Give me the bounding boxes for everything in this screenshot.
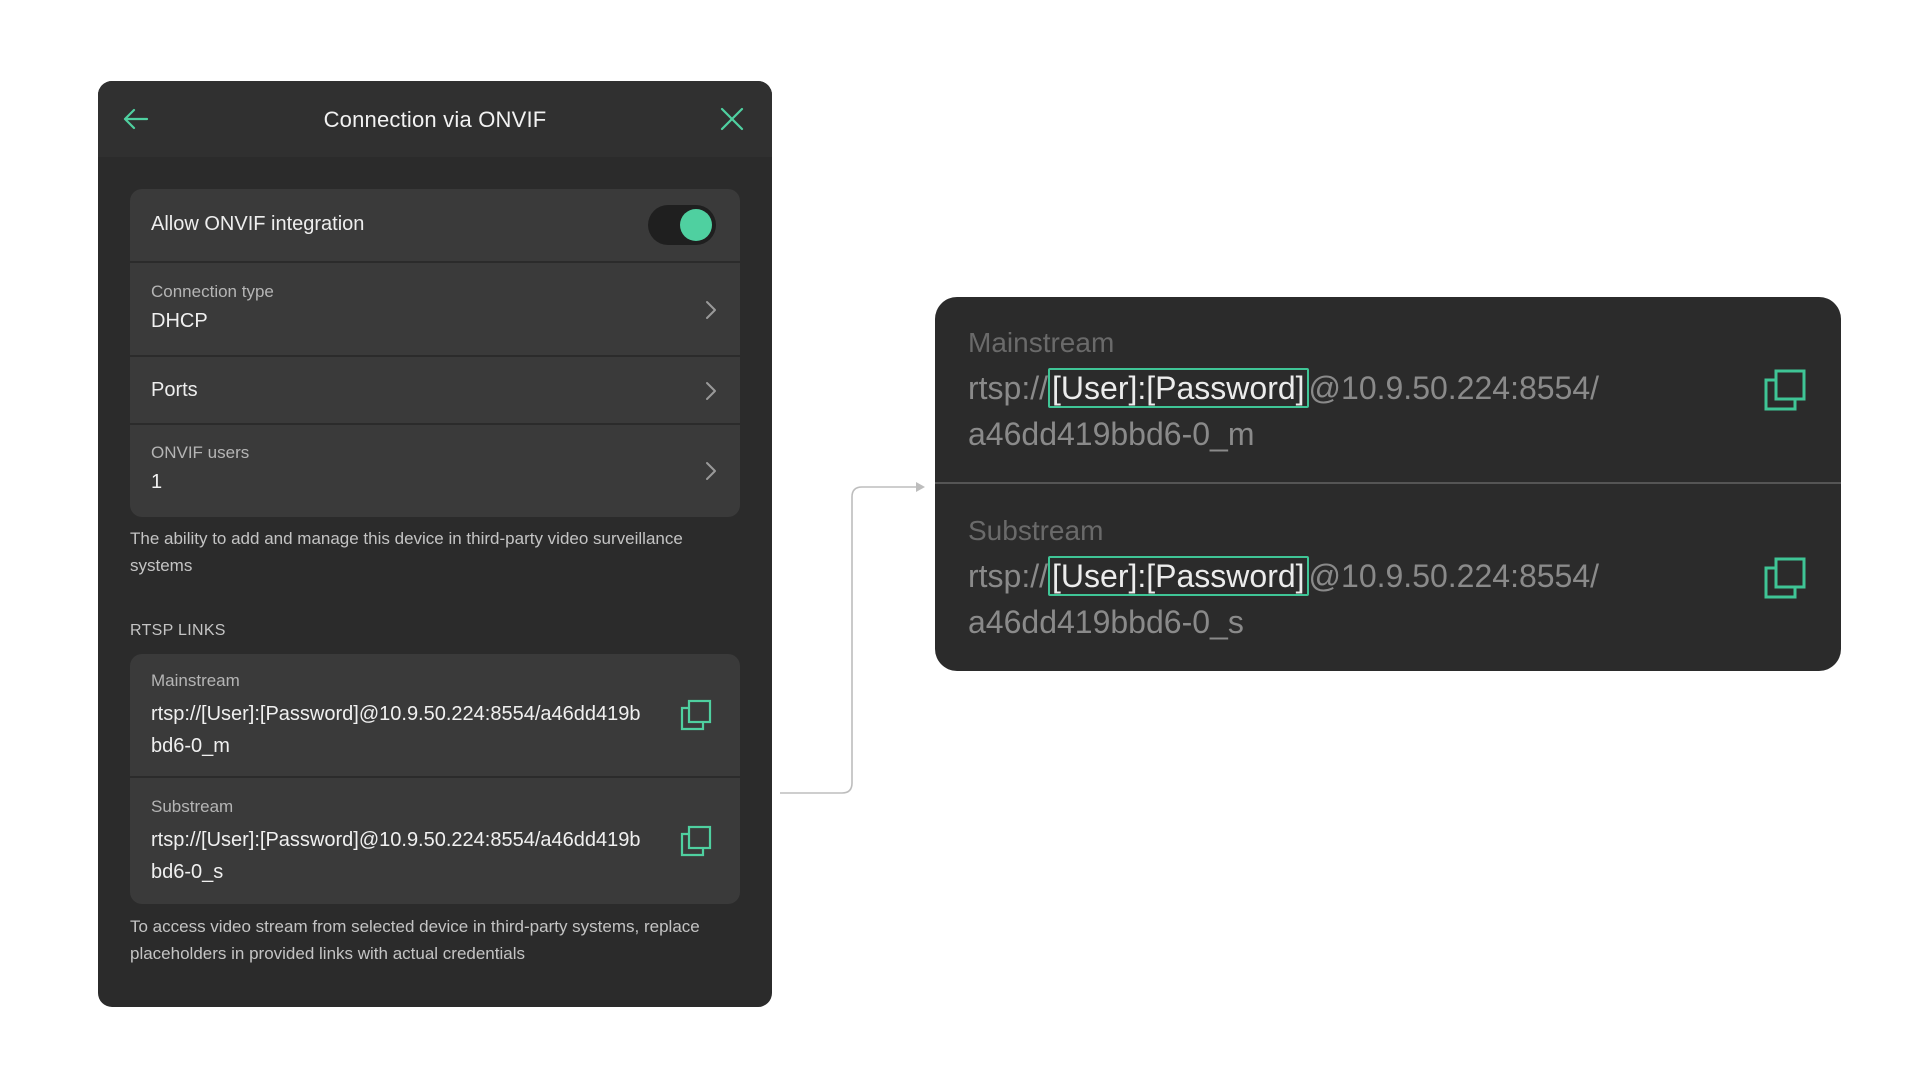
copy-icon bbox=[680, 825, 712, 857]
url-path: a46dd419bbd6-0_m bbox=[968, 416, 1255, 452]
toggle-knob bbox=[680, 209, 712, 241]
callout-connector bbox=[780, 482, 925, 794]
rtsp-link-mainstream: Mainstream rtsp://[User]:[Password]@10.9… bbox=[130, 654, 740, 778]
connection-type-value: DHCP bbox=[151, 310, 208, 332]
credentials-placeholder: [User]:[Password] bbox=[1048, 368, 1309, 408]
onvif-users-label: ONVIF users bbox=[151, 443, 250, 462]
chevron-right-icon bbox=[706, 382, 716, 400]
zoom-copy-substream-button[interactable] bbox=[1762, 555, 1808, 601]
credentials-placeholder: [User]:[Password] bbox=[1048, 556, 1309, 596]
onvif-users-row[interactable]: ONVIF users 1 bbox=[130, 425, 740, 517]
url-host: @10.9.50.224:8554/ bbox=[1308, 370, 1600, 406]
onvif-dialog: Connection via ONVIF Allow ONVIF integra… bbox=[98, 81, 772, 1007]
connection-type-label: Connection type bbox=[151, 282, 274, 301]
zoom-label: Substream bbox=[968, 515, 1104, 546]
integration-hint: The ability to add and manage this devic… bbox=[130, 529, 683, 575]
connection-type-row[interactable]: Connection type DHCP bbox=[130, 263, 740, 357]
allow-onvif-row: Allow ONVIF integration bbox=[130, 189, 740, 263]
copy-substream-button[interactable] bbox=[679, 824, 713, 858]
zoom-label: Mainstream bbox=[968, 327, 1115, 358]
zoom-copy-mainstream-button[interactable] bbox=[1762, 367, 1808, 413]
zoom-url: rtsp://[User]:[Password] @10.9.50.224:855… bbox=[968, 365, 1748, 457]
rtsp-link-substream: Substream rtsp://[User]:[Password]@10.9.… bbox=[130, 780, 740, 904]
zoom-divider bbox=[935, 482, 1841, 484]
close-button[interactable] bbox=[712, 99, 752, 139]
dialog-header: Connection via ONVIF bbox=[98, 81, 772, 157]
settings-card: Allow ONVIF integration Connection type … bbox=[130, 189, 740, 517]
rtsp-link-url: rtsp://[User]:[Password]@10.9.50.224:855… bbox=[151, 703, 641, 757]
allow-onvif-toggle[interactable] bbox=[648, 205, 716, 245]
onvif-users-value: 1 bbox=[151, 471, 163, 493]
rtsp-section-label: RTSP LINKS bbox=[130, 622, 226, 639]
rtsp-link-label: Mainstream bbox=[151, 671, 240, 690]
close-icon bbox=[720, 107, 744, 131]
url-prefix: rtsp:// bbox=[968, 558, 1049, 594]
url-host: @10.9.50.224:8554/ bbox=[1308, 558, 1600, 594]
copy-mainstream-button[interactable] bbox=[679, 698, 713, 732]
allow-onvif-label: Allow ONVIF integration bbox=[151, 213, 365, 235]
chevron-right-icon bbox=[706, 301, 716, 319]
copy-icon bbox=[1764, 557, 1806, 599]
rtsp-link-url: rtsp://[User]:[Password]@10.9.50.224:855… bbox=[151, 829, 641, 883]
rtsp-link-label: Substream bbox=[151, 797, 234, 816]
rtsp-hint: To access video stream from selected dev… bbox=[130, 917, 700, 963]
copy-icon bbox=[680, 699, 712, 731]
zoom-url: rtsp://[User]:[Password] @10.9.50.224:855… bbox=[968, 553, 1748, 645]
url-prefix: rtsp:// bbox=[968, 370, 1049, 406]
zoom-mainstream: Mainstream rtsp://[User]:[Password] @10.9… bbox=[968, 325, 1748, 457]
ports-row[interactable]: Ports bbox=[130, 357, 740, 425]
rtsp-links-card: Mainstream rtsp://[User]:[Password]@10.9… bbox=[130, 654, 740, 904]
rtsp-zoom-callout: Mainstream rtsp://[User]:[Password] @10.9… bbox=[935, 297, 1841, 671]
url-path: a46dd419bbd6-0_s bbox=[968, 604, 1244, 640]
zoom-substream: Substream rtsp://[User]:[Password] @10.9.… bbox=[968, 513, 1748, 645]
chevron-right-icon bbox=[706, 462, 716, 480]
dialog-title: Connection via ONVIF bbox=[323, 107, 547, 132]
ports-label: Ports bbox=[151, 379, 198, 401]
copy-icon bbox=[1764, 369, 1806, 411]
